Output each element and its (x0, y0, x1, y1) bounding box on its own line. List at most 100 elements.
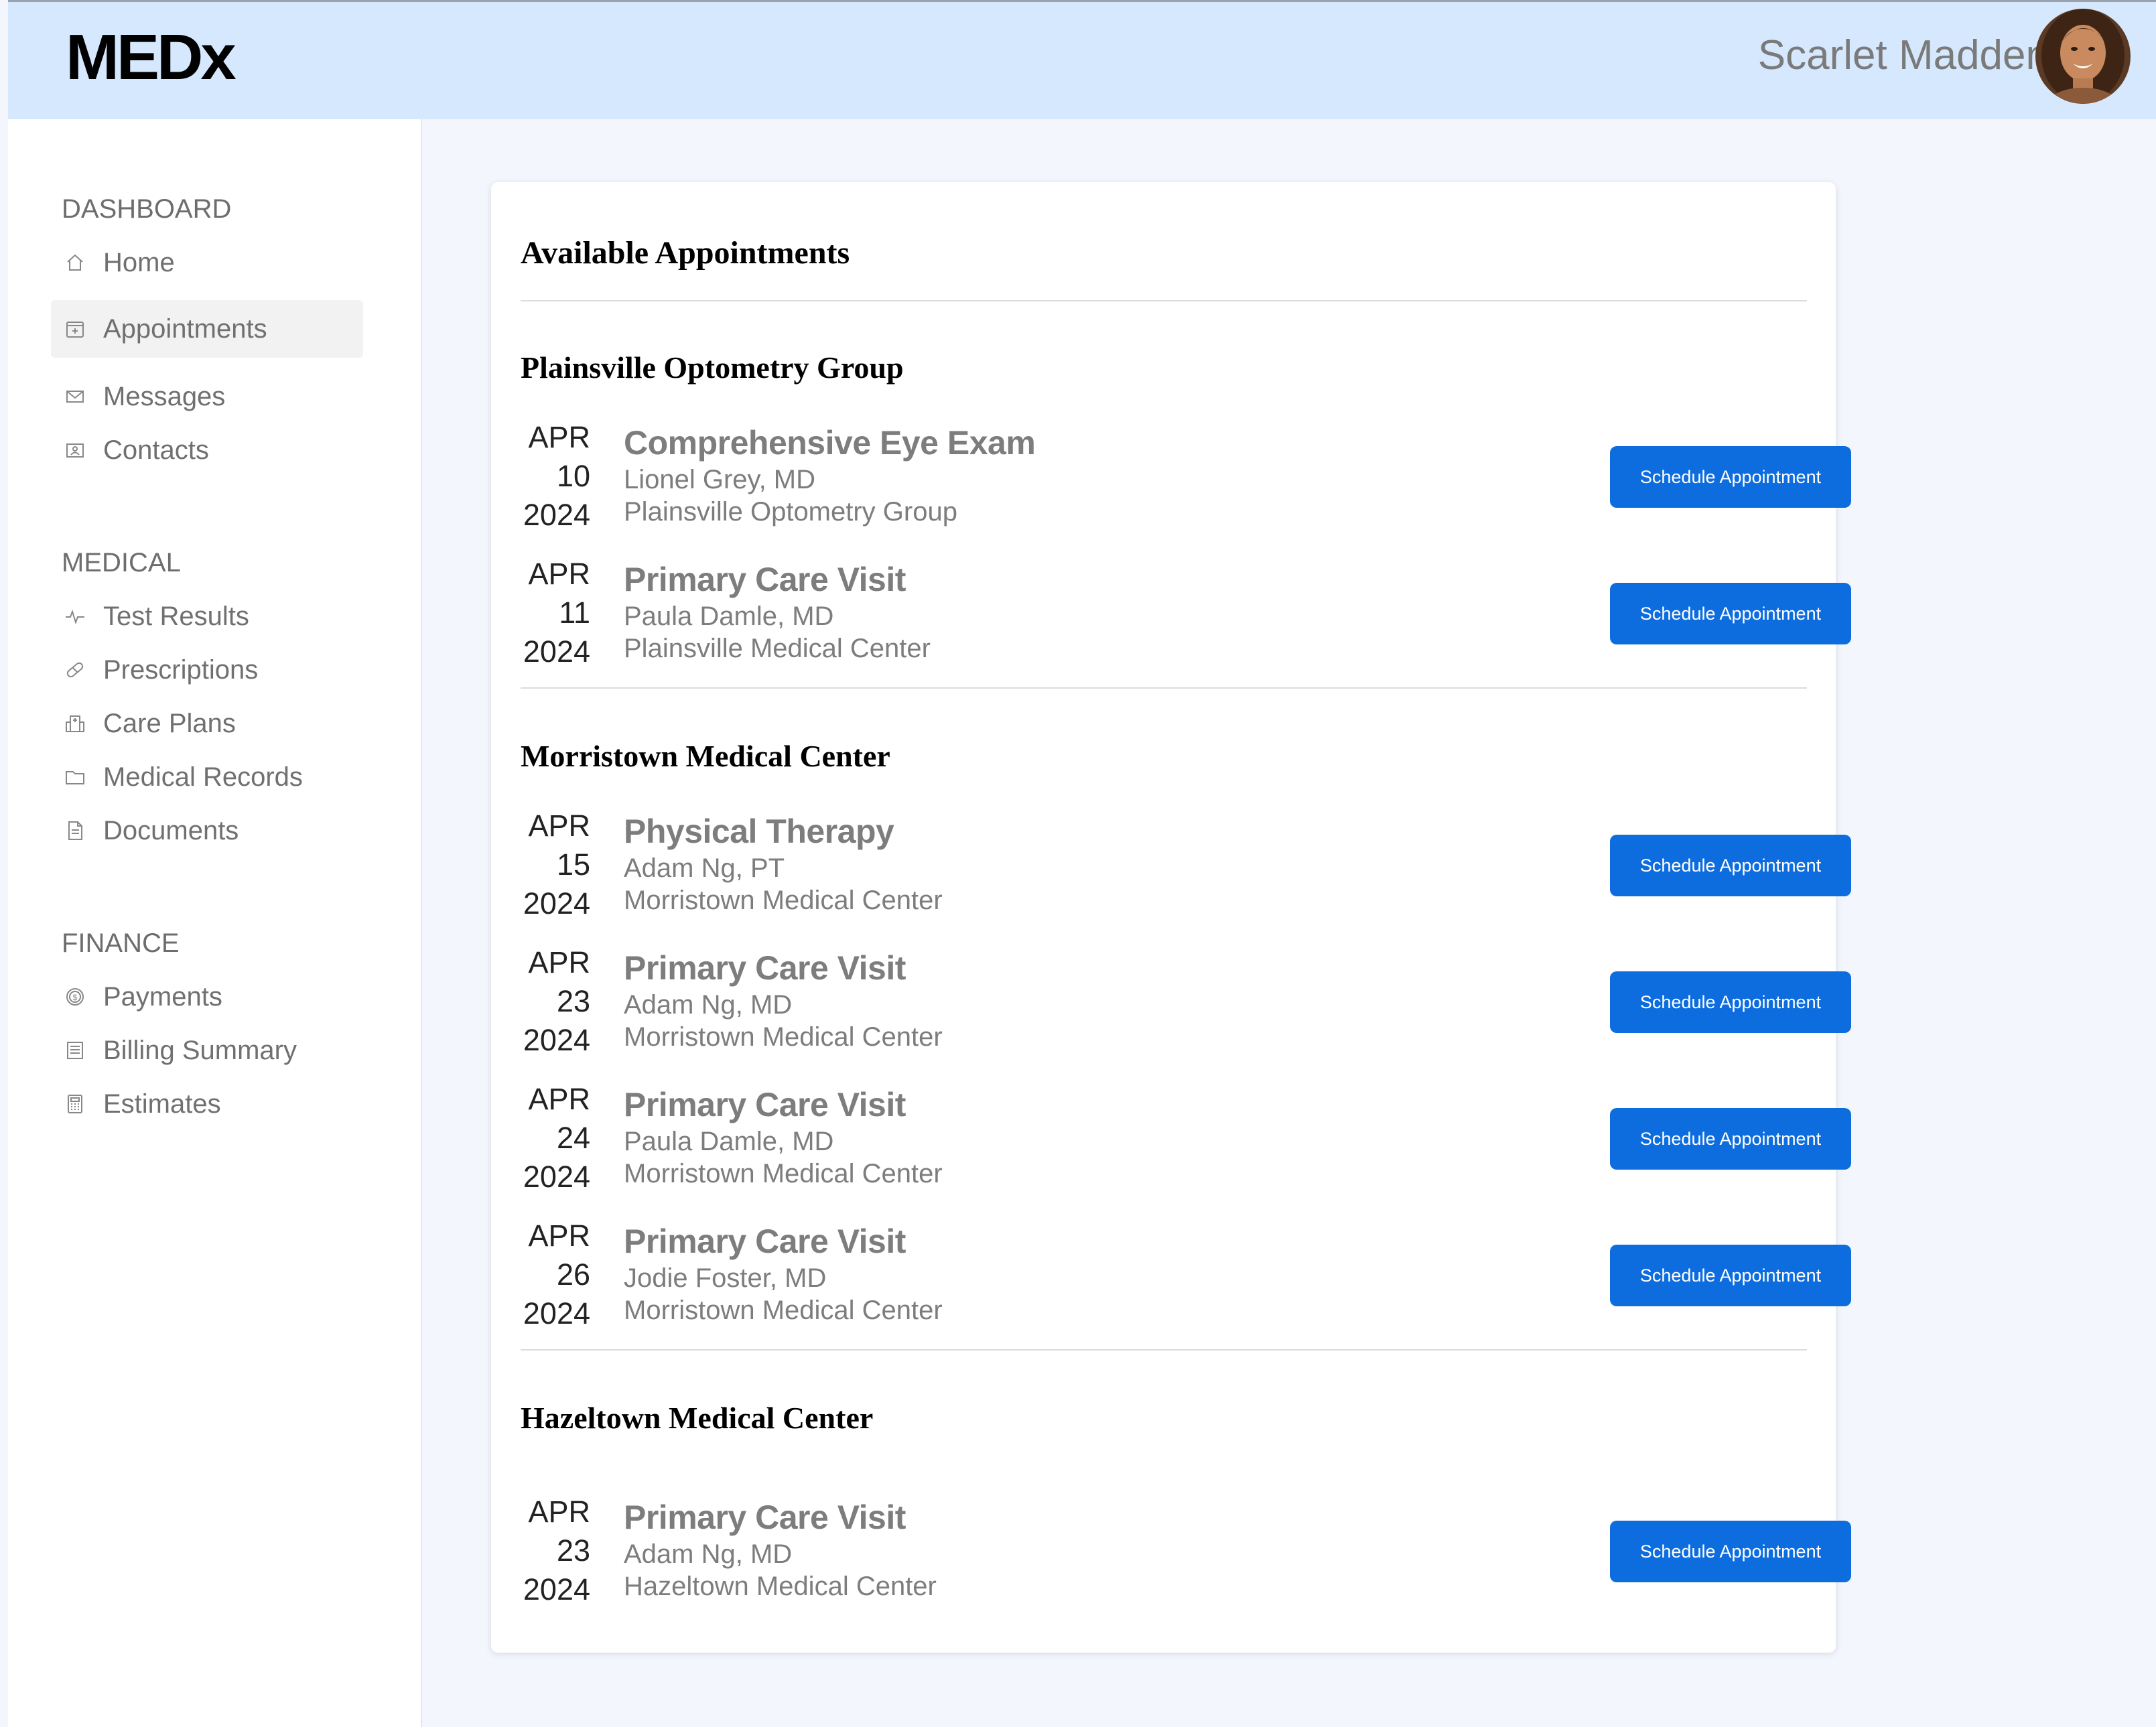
appointment-provider: Adam Ng, MD (624, 1539, 793, 1569)
date-month: APR (528, 1082, 590, 1116)
sidebar-item-prescriptions[interactable]: Prescriptions (51, 641, 363, 699)
user-name[interactable]: Scarlet Madden (1758, 31, 2049, 79)
date-month: APR (528, 1219, 590, 1253)
appointment-row: APR 26 2024 Primary Care Visit Jodie Fos… (521, 1217, 1851, 1344)
receipt-icon (62, 1037, 88, 1064)
pulse-icon (62, 603, 88, 630)
appointment-provider: Adam Ng, MD (624, 990, 793, 1020)
calendar-plus-icon (62, 316, 88, 342)
sidebar-item-contacts[interactable]: Contacts (51, 421, 363, 479)
sidebar-item-label: Medical Records (103, 762, 303, 792)
appointment-date: APR 23 2024 (521, 1493, 590, 1609)
section-title-dashboard: DASHBOARD (62, 194, 232, 224)
appointment-type: Primary Care Visit (624, 949, 906, 987)
appointment-info: Physical Therapy Adam Ng, PT Morristown … (624, 811, 943, 916)
sidebar-item-label: Home (103, 247, 175, 277)
sidebar-item-label: Test Results (103, 601, 249, 631)
appointment-date: APR 10 2024 (521, 418, 590, 535)
sidebar-item-medical-records[interactable]: Medical Records (51, 748, 363, 806)
date-day: 15 (556, 847, 590, 882)
divider (521, 687, 1807, 689)
appointment-row: APR 10 2024 Comprehensive Eye Exam Lione… (521, 418, 1851, 545)
sidebar-item-appointments[interactable]: Appointments (51, 300, 363, 358)
appointment-type: Physical Therapy (624, 813, 894, 850)
date-year: 2024 (523, 1160, 590, 1194)
appointment-date: APR 11 2024 (521, 555, 590, 671)
sidebar-item-label: Documents (103, 815, 239, 845)
contact-card-icon (62, 437, 88, 464)
appointment-row: APR 15 2024 Physical Therapy Adam Ng, PT… (521, 807, 1851, 934)
sidebar-item-label: Prescriptions (103, 654, 259, 685)
sidebar-item-label: Appointments (103, 314, 267, 344)
section-title-medical: MEDICAL (62, 548, 181, 577)
date-month: APR (528, 420, 590, 454)
group-title: Plainsville Optometry Group (521, 350, 904, 385)
schedule-appointment-button[interactable]: Schedule Appointment (1610, 583, 1851, 644)
date-year: 2024 (523, 1572, 590, 1606)
sidebar-item-care-plans[interactable]: Care Plans (51, 695, 363, 752)
schedule-appointment-button[interactable]: Schedule Appointment (1610, 971, 1851, 1033)
sidebar-item-billing-summary[interactable]: Billing Summary (51, 1022, 363, 1079)
date-day: 26 (556, 1257, 590, 1292)
sidebar-item-test-results[interactable]: Test Results (51, 588, 363, 645)
sidebar-item-messages[interactable]: Messages (51, 368, 363, 425)
appointment-location: Morristown Medical Center (624, 886, 943, 915)
sidebar-item-label: Estimates (103, 1089, 221, 1119)
avatar[interactable] (2035, 9, 2131, 104)
appointment-date: APR 15 2024 (521, 807, 590, 923)
sidebar-item-home[interactable]: Home (51, 234, 363, 291)
appointment-row: APR 23 2024 Primary Care Visit Adam Ng, … (521, 1493, 1851, 1620)
appointment-type: Primary Care Visit (624, 561, 906, 598)
pill-icon (62, 657, 88, 683)
appointment-info: Primary Care Visit Adam Ng, MD Hazeltown… (624, 1497, 937, 1602)
date-year: 2024 (523, 634, 590, 669)
document-icon (62, 817, 88, 844)
appointment-location: Morristown Medical Center (624, 1022, 943, 1052)
home-icon (62, 249, 88, 276)
appointment-type: Primary Care Visit (624, 1499, 906, 1536)
sidebar-item-payments[interactable]: $ Payments (51, 968, 363, 1026)
appointment-location: Morristown Medical Center (624, 1296, 943, 1325)
top-header: MEDx Scarlet Madden (8, 0, 2156, 119)
sidebar-item-estimates[interactable]: Estimates (51, 1075, 363, 1133)
schedule-appointment-button[interactable]: Schedule Appointment (1610, 1245, 1851, 1306)
appointment-location: Morristown Medical Center (624, 1159, 943, 1188)
schedule-appointment-button[interactable]: Schedule Appointment (1610, 1108, 1851, 1170)
schedule-appointment-button[interactable]: Schedule Appointment (1610, 835, 1851, 896)
page-title: Available Appointments (521, 235, 850, 271)
date-day: 10 (556, 459, 590, 493)
appointment-location: Plainsville Medical Center (624, 634, 931, 663)
appointment-type: Comprehensive Eye Exam (624, 424, 1036, 462)
sidebar-item-label: Care Plans (103, 708, 236, 738)
divider (521, 300, 1807, 301)
schedule-appointment-button[interactable]: Schedule Appointment (1610, 1521, 1851, 1582)
appointment-location: Hazeltown Medical Center (624, 1572, 937, 1601)
sidebar-item-label: Messages (103, 381, 226, 411)
date-day: 11 (559, 596, 590, 630)
date-month: APR (528, 557, 590, 591)
group-title: Morristown Medical Center (521, 739, 890, 773)
appointment-row: APR 24 2024 Primary Care Visit Paula Dam… (521, 1080, 1851, 1207)
appointment-row: APR 11 2024 Primary Care Visit Paula Dam… (521, 555, 1851, 682)
hospital-icon (62, 710, 88, 737)
date-day: 24 (556, 1121, 590, 1155)
date-year: 2024 (523, 498, 590, 532)
appointment-location: Plainsville Optometry Group (624, 497, 957, 527)
appointment-info: Primary Care Visit Paula Damle, MD Plain… (624, 559, 931, 665)
appointment-date: APR 26 2024 (521, 1217, 590, 1333)
mail-icon (62, 383, 88, 410)
schedule-appointment-button[interactable]: Schedule Appointment (1610, 446, 1851, 508)
appointment-provider: Paula Damle, MD (624, 602, 834, 631)
appointment-provider: Adam Ng, PT (624, 853, 785, 883)
date-month: APR (528, 809, 590, 843)
sidebar: DASHBOARD Home Appointments Messages Con… (8, 119, 422, 1727)
section-title-finance: FINANCE (62, 928, 180, 958)
date-month: APR (528, 945, 590, 979)
group-title: Hazeltown Medical Center (521, 1401, 874, 1435)
app-logo[interactable]: MEDx (66, 21, 237, 94)
sidebar-item-documents[interactable]: Documents (51, 802, 363, 859)
appointment-info: Comprehensive Eye Exam Lionel Grey, MD P… (624, 422, 1036, 528)
appointment-info: Primary Care Visit Paula Damle, MD Morri… (624, 1084, 943, 1190)
sidebar-item-label: Contacts (103, 435, 209, 465)
appointment-type: Primary Care Visit (624, 1223, 906, 1260)
